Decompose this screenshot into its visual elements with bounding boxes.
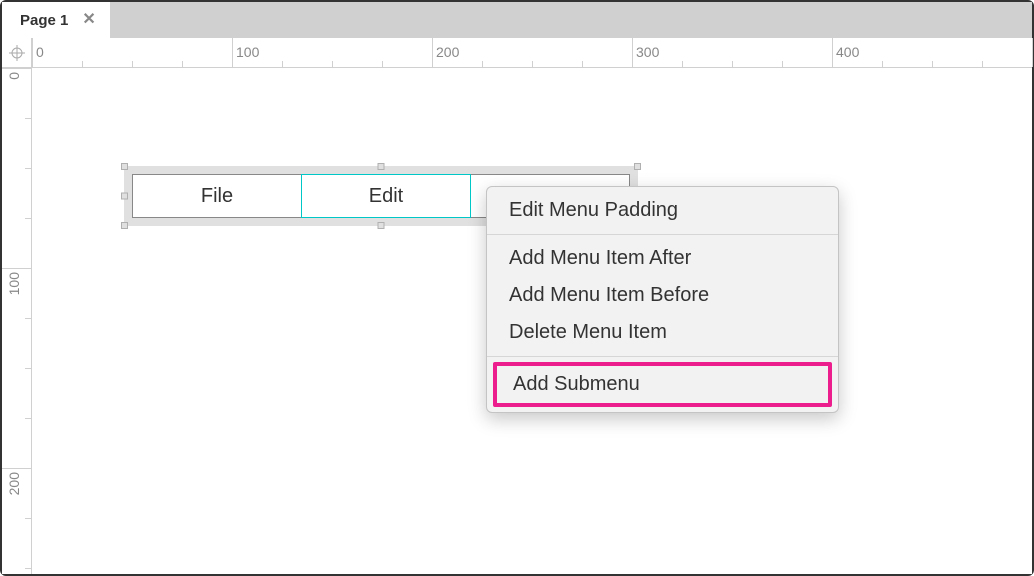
menu-item-file[interactable]: File bbox=[132, 174, 302, 218]
menu-separator bbox=[487, 356, 838, 357]
ctx-add-before[interactable]: Add Menu Item Before bbox=[487, 277, 838, 314]
ruler-label: 200 bbox=[436, 44, 459, 60]
ruler-label: 400 bbox=[836, 44, 859, 60]
ctx-add-submenu[interactable]: Add Submenu bbox=[493, 362, 832, 407]
vertical-ruler[interactable]: 0 100 200 bbox=[2, 68, 32, 574]
ctx-item-label: Add Menu Item Before bbox=[509, 284, 709, 306]
page-tab[interactable]: Page 1 ✕ bbox=[2, 2, 110, 38]
ctx-edit-menu-padding[interactable]: Edit Menu Padding bbox=[487, 192, 838, 229]
ruler-label: 0 bbox=[6, 72, 22, 80]
ctx-delete-item[interactable]: Delete Menu Item bbox=[487, 314, 838, 351]
tab-label: Page 1 bbox=[20, 12, 68, 29]
close-icon[interactable]: ✕ bbox=[82, 12, 95, 28]
ctx-add-after[interactable]: Add Menu Item After bbox=[487, 240, 838, 277]
crosshair-icon bbox=[9, 45, 25, 61]
resize-handle[interactable] bbox=[378, 222, 385, 229]
horizontal-ruler[interactable]: 0 100 200 300 400 bbox=[32, 38, 1032, 68]
ctx-item-label: Edit Menu Padding bbox=[509, 199, 678, 221]
resize-handle[interactable] bbox=[121, 222, 128, 229]
ctx-item-label: Add Menu Item After bbox=[509, 247, 691, 269]
context-menu: Edit Menu Padding Add Menu Item After Ad… bbox=[486, 186, 839, 413]
resize-handle[interactable] bbox=[121, 163, 128, 170]
resize-handle[interactable] bbox=[634, 163, 641, 170]
ruler-label: 0 bbox=[36, 44, 44, 60]
resize-handle[interactable] bbox=[378, 163, 385, 170]
ctx-item-label: Add Submenu bbox=[513, 373, 640, 395]
ctx-item-label: Delete Menu Item bbox=[509, 321, 667, 343]
ruler-label: 100 bbox=[236, 44, 259, 60]
menu-item-label: File bbox=[201, 185, 233, 208]
tab-bar: Page 1 ✕ bbox=[2, 2, 1032, 38]
menu-item-label: Edit bbox=[369, 185, 403, 208]
resize-handle[interactable] bbox=[121, 193, 128, 200]
ruler-label: 100 bbox=[6, 272, 22, 295]
ruler-origin-button[interactable] bbox=[2, 38, 32, 68]
ruler-label: 300 bbox=[636, 44, 659, 60]
menu-item-edit[interactable]: Edit bbox=[301, 174, 471, 218]
menu-separator bbox=[487, 234, 838, 235]
ruler-label: 200 bbox=[6, 472, 22, 495]
